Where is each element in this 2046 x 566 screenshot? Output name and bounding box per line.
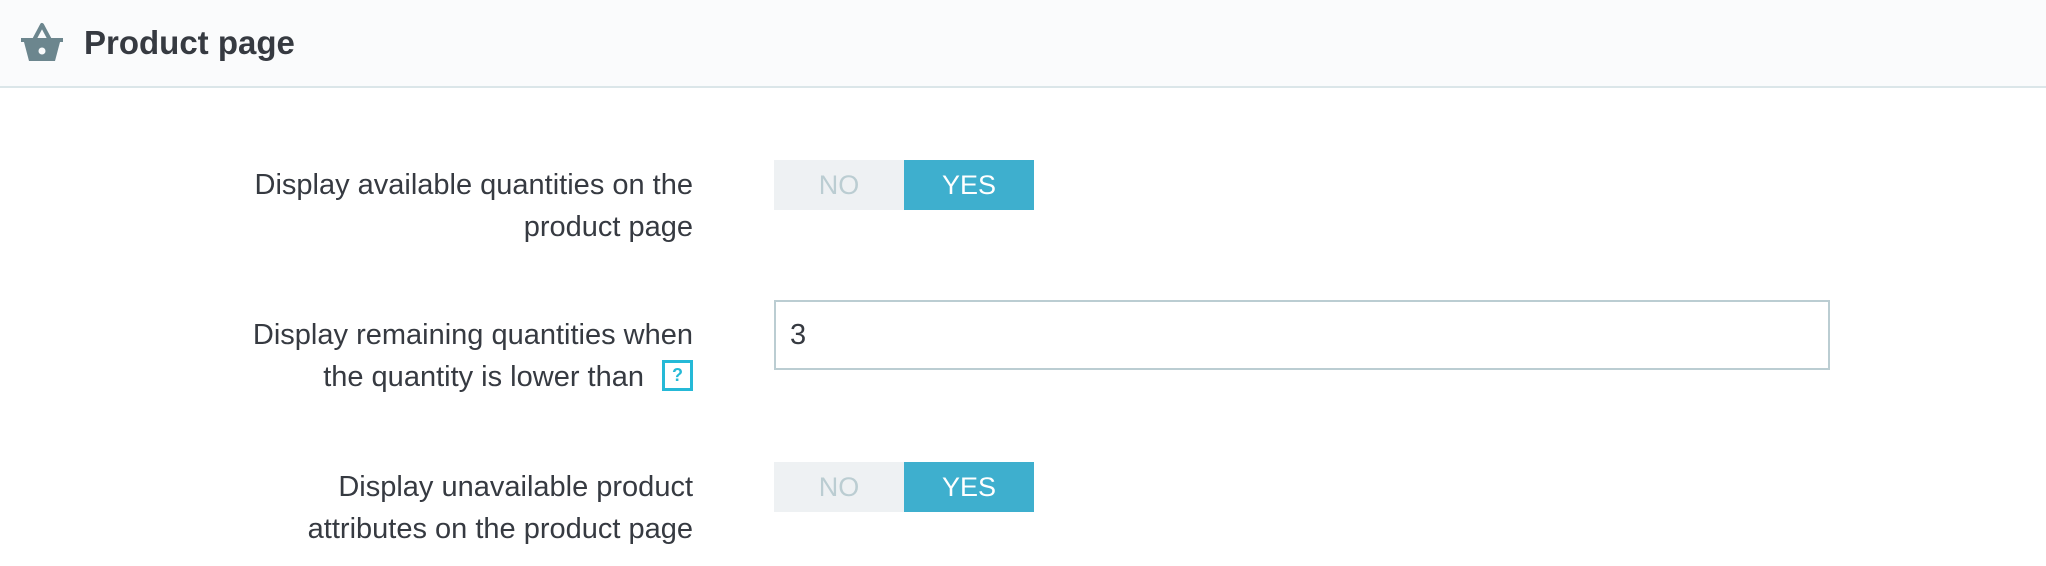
remaining-quantities-label: Display remaining quantities when the qu… <box>133 314 693 398</box>
switch-no-option[interactable]: NO <box>774 160 904 210</box>
unavailable-attributes-label: Display unavailable product attributes o… <box>133 466 693 550</box>
label-line: product page <box>523 211 693 243</box>
available-quantities-switch[interactable]: NO YES <box>774 160 1034 210</box>
basket-icon <box>21 23 63 61</box>
label-line: Display unavailable product <box>338 471 693 503</box>
label-line-with-help: the quantity is lower than? <box>133 356 693 398</box>
switch-yes-option[interactable]: YES <box>904 462 1034 512</box>
available-quantities-label: Display available quantities on the prod… <box>133 164 694 248</box>
panel-header: Product page <box>0 0 2046 88</box>
quantity-threshold-input[interactable] <box>774 300 1830 370</box>
settings-panel: Product page Display available quantitie… <box>0 0 2046 566</box>
switch-no-option[interactable]: NO <box>774 462 904 512</box>
help-icon[interactable]: ? <box>662 359 693 391</box>
label-line: attributes on the product page <box>307 513 693 545</box>
label-line: Display remaining quantities when <box>252 319 693 351</box>
switch-yes-option[interactable]: YES <box>904 160 1034 210</box>
label-line: Display available quantities on the <box>254 169 694 201</box>
label-line: the quantity is lower than <box>323 361 644 393</box>
page-title: Product page <box>84 24 295 61</box>
unavailable-attributes-switch[interactable]: NO YES <box>774 462 1034 512</box>
